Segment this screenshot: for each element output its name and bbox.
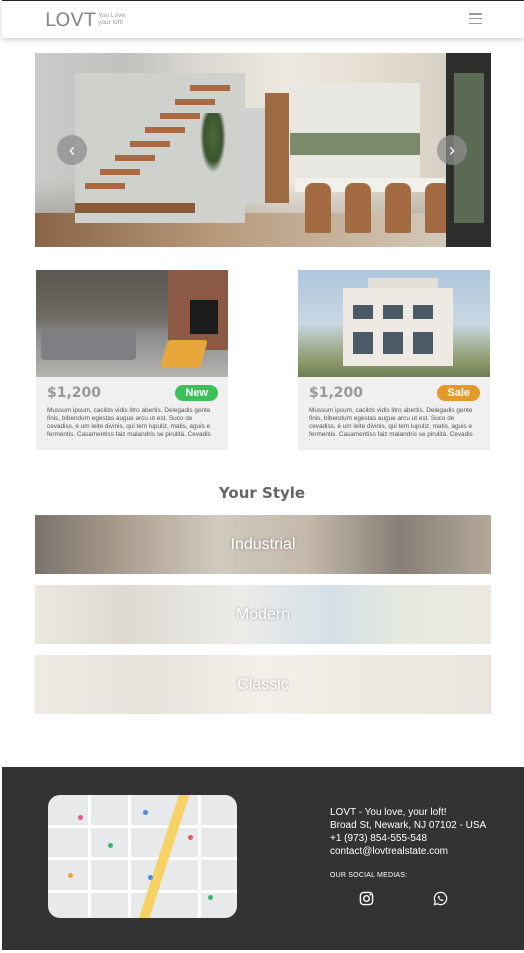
phone[interactable]: +1 (973) 854-555-548	[330, 832, 486, 845]
tagline-line-2: your loft!	[98, 19, 124, 26]
listing-price: $1,200	[309, 385, 364, 401]
carousel-next-button[interactable]: ›	[437, 135, 467, 165]
section-title: Your Style	[218, 484, 306, 502]
style-label: Industrial	[230, 536, 296, 553]
address: Broad St, Newark, NJ 07102 - USA	[330, 820, 487, 831]
social-label: OUR SOCIAL MEDIAS:	[330, 872, 408, 879]
contact-info: LOVT - You love, your loft! Broad St, Ne…	[330, 806, 486, 858]
style-banner-modern[interactable]: Modern	[35, 585, 491, 644]
whatsapp-icon[interactable]	[433, 891, 448, 906]
listing-image-house	[298, 270, 490, 377]
style-label: Modern	[235, 606, 291, 623]
logo-tagline: You Love, your loft!	[98, 12, 130, 26]
tagline-line-1: You Love,	[98, 12, 127, 19]
footer: LOVT - You love, your loft! Broad St, Ne…	[2, 767, 524, 950]
style-banner-classic[interactable]: Classic	[35, 655, 491, 714]
status-badge: Sale	[437, 385, 480, 401]
company-tagline: LOVT - You love, your loft!	[330, 807, 447, 818]
email[interactable]: contact@lovtrealstate.com	[330, 845, 486, 858]
style-banner-industrial[interactable]: Industrial	[35, 515, 491, 574]
logo[interactable]: LOVT You Love, your loft!	[45, 9, 130, 31]
listing-description: Mussum ipsum, cacilds vidis litro aberti…	[47, 407, 211, 440]
top-navbar: LOVT You Love, your loft!	[2, 0, 524, 38]
listing-image-loft	[36, 270, 228, 377]
listing-description: Mussum ipsum, cacilds vidis litro aberti…	[309, 407, 473, 440]
hero-carousel: ‹ ›	[35, 53, 491, 247]
carousel-prev-button[interactable]: ‹	[57, 135, 87, 165]
location-map[interactable]	[48, 795, 237, 918]
style-label: Classic	[237, 676, 289, 693]
instagram-icon[interactable]	[359, 891, 374, 906]
listing-price: $1,200	[47, 385, 102, 401]
listing-card[interactable]: $1,200 New Mussum ipsum, cacilds vidis l…	[36, 270, 228, 450]
listing-card[interactable]: $1,200 Sale Mussum ipsum, cacilds vidis …	[298, 270, 490, 450]
status-badge: New	[175, 385, 218, 401]
hamburger-menu-icon[interactable]	[469, 13, 482, 24]
logo-text: LOVT	[45, 9, 97, 31]
